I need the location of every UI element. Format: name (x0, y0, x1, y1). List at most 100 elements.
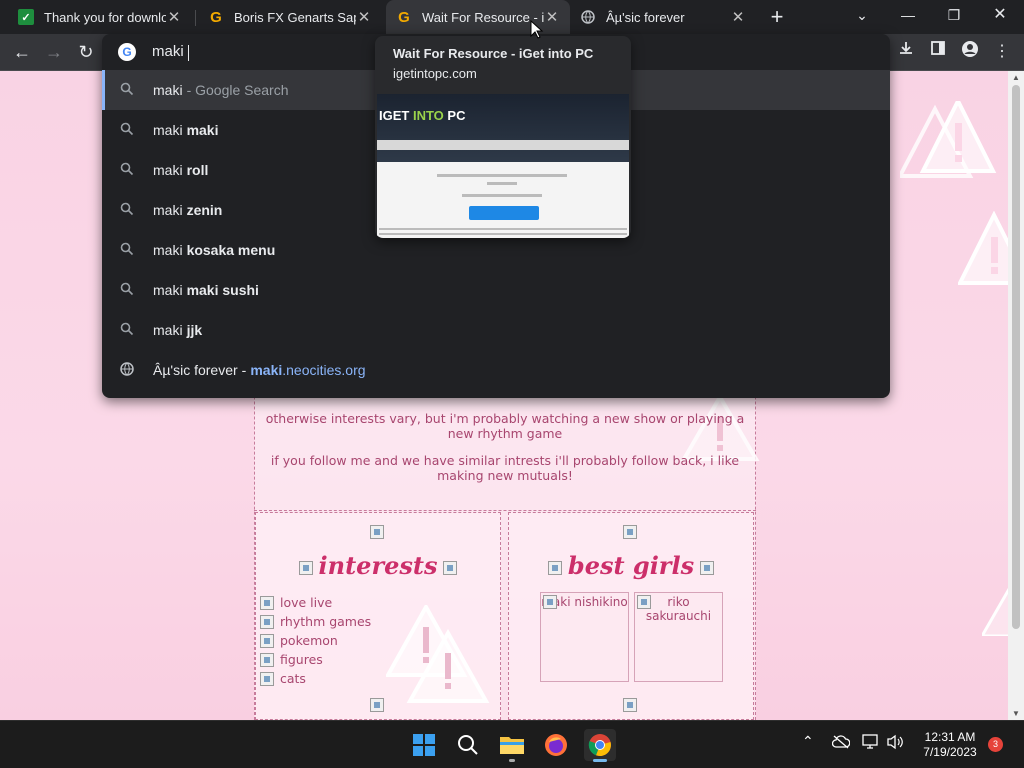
tab-boris-fx[interactable]: G Boris FX Genarts Sapph ✕ (198, 0, 382, 34)
text-caret (187, 44, 189, 61)
list-item: pokemon (260, 631, 371, 650)
globe-icon (580, 9, 596, 25)
back-button[interactable]: ← (10, 40, 34, 64)
side-panel-icon[interactable] (926, 40, 950, 64)
list-item: love live (260, 593, 371, 612)
warning-sign-icon (958, 211, 1008, 285)
thumbnail-button (469, 206, 539, 220)
minimize-button[interactable]: — (886, 0, 930, 34)
about-section: otherwise interests vary, but i'm probab… (254, 397, 756, 511)
tab-title: Wait For Resource - iGe (422, 9, 544, 25)
broken-image-icon (700, 560, 715, 575)
close-icon[interactable]: ✕ (544, 8, 560, 26)
google-g-icon: G (118, 43, 136, 61)
broken-image-icon (298, 560, 313, 575)
hovercard-title: Wait For Resource - iGet into PC (393, 46, 594, 61)
broken-image-icon (623, 698, 637, 712)
suggestion-item[interactable]: maki maki sushi (102, 270, 890, 310)
warning-sign-icon (900, 101, 997, 178)
broken-image-icon (370, 698, 384, 712)
search-icon (119, 322, 135, 339)
new-tab-button[interactable]: + (766, 4, 788, 30)
tab-separator (195, 10, 196, 26)
close-icon[interactable]: ✕ (730, 8, 746, 26)
sheets-icon: ✓ (18, 9, 34, 25)
broken-image-icon (260, 633, 274, 648)
broken-image-icon (260, 671, 274, 686)
g-favicon-icon: G (398, 8, 410, 26)
show-hidden-icons-icon[interactable]: ⌃ (802, 733, 814, 750)
search-icon (119, 242, 135, 259)
about-text-2: if you follow me and we have similar int… (270, 453, 740, 483)
tab-hover-card: Wait For Resource - iGet into PC igetint… (375, 36, 631, 238)
girl-name: riko sakurauchi (645, 595, 712, 623)
profile-icon[interactable] (958, 40, 982, 64)
firefox-icon[interactable] (540, 729, 572, 761)
girl-card-maki[interactable]: maki nishikino (540, 592, 629, 682)
mouse-cursor-icon (530, 20, 544, 39)
list-item: cats (260, 669, 371, 688)
active-indicator (593, 759, 607, 762)
notification-badge[interactable]: 3 (988, 737, 1003, 752)
cloud-offline-icon[interactable] (831, 735, 851, 752)
search-icon[interactable] (452, 729, 484, 761)
close-icon[interactable]: ✕ (356, 8, 372, 26)
volume-icon[interactable] (886, 734, 904, 753)
scrollbar-thumb[interactable] (1012, 85, 1020, 629)
address-input[interactable]: maki (152, 43, 189, 61)
scroll-down-arrow-icon[interactable]: ▼ (1008, 709, 1024, 718)
page-scrollbar[interactable]: ▲ ▼ (1008, 71, 1024, 720)
clock-time: 12:31 AM (924, 730, 976, 744)
restore-button[interactable]: ❐ (932, 0, 976, 34)
broken-image-icon (370, 525, 384, 539)
best-girls-heading: best girls (509, 551, 753, 580)
warning-sign-icon (386, 605, 490, 703)
chrome-icon[interactable] (584, 729, 616, 762)
search-icon (119, 122, 135, 139)
menu-kebab-icon[interactable]: ⋮ (990, 40, 1014, 64)
best-girls-box: best girls maki nishikino riko sakurauch… (508, 512, 754, 720)
tab-title: Boris FX Genarts Sapph (234, 9, 356, 25)
search-icon (119, 82, 135, 99)
suggestion-site[interactable]: Âµ'sic forever - maki.neocities.org (102, 350, 890, 390)
g-favicon-icon: G (210, 8, 222, 26)
interests-box: interests love live rhythm games pokemon… (255, 512, 501, 720)
close-icon[interactable]: ✕ (166, 8, 182, 26)
tab-music-forever[interactable]: Âµ'sic forever ✕ (570, 0, 756, 34)
girl-card-riko[interactable]: riko sakurauchi (634, 592, 723, 682)
system-clock[interactable]: 12:31 AM 7/19/2023 (914, 730, 986, 760)
broken-image-icon (623, 525, 637, 539)
page-thumbnail: IGET INTO PC (377, 94, 629, 238)
tab-thank-you[interactable]: ✓ Thank you for downloa ✕ (8, 0, 192, 34)
clock-date: 7/19/2023 (923, 745, 977, 759)
reload-button[interactable]: ↻ (74, 40, 98, 64)
broken-image-icon (637, 595, 651, 609)
forward-button[interactable]: → (42, 40, 66, 64)
close-window-button[interactable]: ✕ (978, 0, 1022, 34)
windows-taskbar: ⌃ 12:31 AM 7/19/2023 (0, 720, 1024, 768)
suggestion-item[interactable]: maki jjk (102, 310, 890, 350)
running-indicator (509, 759, 515, 762)
hovercard-domain: igetintopc.com (393, 66, 477, 81)
search-icon (119, 202, 135, 219)
thumbnail-logo: IGET INTO PC (379, 108, 466, 123)
network-icon[interactable] (862, 734, 880, 753)
globe-icon (119, 361, 135, 379)
list-item: figures (260, 650, 371, 669)
scroll-up-arrow-icon[interactable]: ▲ (1008, 73, 1024, 82)
tab-search-icon[interactable]: ⌄ (840, 0, 884, 34)
warning-sign-icon (982, 587, 1008, 636)
about-text-1: otherwise interests vary, but i'm probab… (265, 411, 745, 441)
download-icon[interactable] (894, 40, 918, 64)
windows-start-icon[interactable] (408, 729, 440, 761)
search-icon (119, 162, 135, 179)
interests-list: love live rhythm games pokemon figures c… (260, 593, 371, 688)
file-explorer-icon[interactable] (496, 729, 528, 762)
tab-strip: ✓ Thank you for downloa ✕ G Boris FX Gen… (0, 0, 1024, 34)
tab-title: Âµ'sic forever (606, 9, 685, 25)
broken-image-icon (260, 595, 274, 610)
broken-image-icon (443, 560, 458, 575)
search-icon (119, 282, 135, 299)
broken-image-icon (260, 652, 274, 667)
list-item: rhythm games (260, 612, 371, 631)
